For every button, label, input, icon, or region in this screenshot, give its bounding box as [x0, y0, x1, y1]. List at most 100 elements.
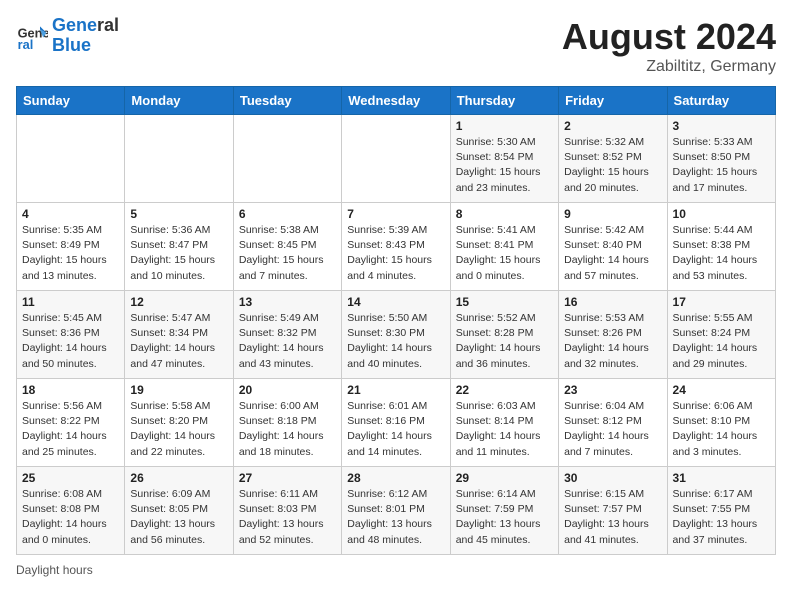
- day-cell: [125, 115, 233, 203]
- day-info: Sunrise: 5:52 AM Sunset: 8:28 PM Dayligh…: [456, 311, 553, 372]
- day-cell: 18Sunrise: 5:56 AM Sunset: 8:22 PM Dayli…: [17, 379, 125, 467]
- day-info: Sunrise: 6:08 AM Sunset: 8:08 PM Dayligh…: [22, 487, 119, 548]
- day-info: Sunrise: 5:36 AM Sunset: 8:47 PM Dayligh…: [130, 223, 227, 284]
- day-info: Sunrise: 5:49 AM Sunset: 8:32 PM Dayligh…: [239, 311, 336, 372]
- day-header-saturday: Saturday: [667, 87, 775, 115]
- week-row-3: 11 Sunrise: 5:45 AM Sunset: 8:36 PM Dayli…: [17, 291, 776, 379]
- day-number: 3: [673, 119, 770, 133]
- day-info: Sunrise: 6:14 AM Sunset: 7:59 PM Dayligh…: [456, 487, 553, 548]
- day-info: Sunrise: 5:39 AM Sunset: 8:43 PM Dayligh…: [347, 223, 444, 284]
- day-cell: 5Sunrise: 5:36 AM Sunset: 8:47 PM Daylig…: [125, 203, 233, 291]
- days-header-row: SundayMondayTuesdayWednesdayThursdayFrid…: [17, 87, 776, 115]
- month-year: August 2024: [562, 16, 776, 58]
- day-cell: 2Sunrise: 5:32 AM Sunset: 8:52 PM Daylig…: [559, 115, 667, 203]
- day-number: 23: [564, 383, 661, 397]
- day-info: Sunrise: 5:42 AM Sunset: 8:40 PM Dayligh…: [564, 223, 661, 284]
- day-info: Sunrise: 6:06 AM Sunset: 8:10 PM Dayligh…: [673, 399, 770, 460]
- day-info: Sunrise: 6:04 AM Sunset: 8:12 PM Dayligh…: [564, 399, 661, 460]
- day-info: Sunrise: 6:12 AM Sunset: 8:01 PM Dayligh…: [347, 487, 444, 548]
- day-number: 22: [456, 383, 553, 397]
- day-cell: 30 Sunrise: 6:15 AM Sunset: 7:57 PM Dayli…: [559, 467, 667, 555]
- day-cell: 10Sunrise: 5:44 AM Sunset: 8:38 PM Dayli…: [667, 203, 775, 291]
- day-cell: 6 Sunrise: 5:38 AM Sunset: 8:45 PM Daylig…: [233, 203, 341, 291]
- day-number: 10: [673, 207, 770, 221]
- day-number: 11: [22, 295, 119, 309]
- day-cell: 4 Sunrise: 5:35 AM Sunset: 8:49 PM Daylig…: [17, 203, 125, 291]
- day-info: Sunrise: 5:53 AM Sunset: 8:26 PM Dayligh…: [564, 311, 661, 372]
- day-cell: [233, 115, 341, 203]
- day-cell: 31 Sunrise: 6:17 AM Sunset: 7:55 PM Dayli…: [667, 467, 775, 555]
- day-info: Sunrise: 6:03 AM Sunset: 8:14 PM Dayligh…: [456, 399, 553, 460]
- day-cell: 15 Sunrise: 5:52 AM Sunset: 8:28 PM Dayli…: [450, 291, 558, 379]
- day-header-wednesday: Wednesday: [342, 87, 450, 115]
- day-number: 27: [239, 471, 336, 485]
- week-row-5: 25 Sunrise: 6:08 AM Sunset: 8:08 PM Dayli…: [17, 467, 776, 555]
- day-cell: 9 Sunrise: 5:42 AM Sunset: 8:40 PM Daylig…: [559, 203, 667, 291]
- day-number: 30: [564, 471, 661, 485]
- logo: Gene ral GeneralBlue: [16, 16, 119, 56]
- day-cell: 25 Sunrise: 6:08 AM Sunset: 8:08 PM Dayli…: [17, 467, 125, 555]
- day-cell: 3Sunrise: 5:33 AM Sunset: 8:50 PM Daylig…: [667, 115, 775, 203]
- day-info: Sunrise: 6:01 AM Sunset: 8:16 PM Dayligh…: [347, 399, 444, 460]
- day-info: Sunrise: 5:41 AM Sunset: 8:41 PM Dayligh…: [456, 223, 553, 284]
- day-cell: 29 Sunrise: 6:14 AM Sunset: 7:59 PM Dayli…: [450, 467, 558, 555]
- day-cell: 12 Sunrise: 5:47 AM Sunset: 8:34 PM Dayli…: [125, 291, 233, 379]
- day-info: Sunrise: 6:11 AM Sunset: 8:03 PM Dayligh…: [239, 487, 336, 548]
- day-info: Sunrise: 6:09 AM Sunset: 8:05 PM Dayligh…: [130, 487, 227, 548]
- day-cell: [17, 115, 125, 203]
- day-number: 28: [347, 471, 444, 485]
- day-cell: 19 Sunrise: 5:58 AM Sunset: 8:20 PM Dayli…: [125, 379, 233, 467]
- day-number: 31: [673, 471, 770, 485]
- day-info: Sunrise: 5:47 AM Sunset: 8:34 PM Dayligh…: [130, 311, 227, 372]
- day-info: Sunrise: 6:15 AM Sunset: 7:57 PM Dayligh…: [564, 487, 661, 548]
- day-cell: 26 Sunrise: 6:09 AM Sunset: 8:05 PM Dayli…: [125, 467, 233, 555]
- day-number: 6: [239, 207, 336, 221]
- day-number: 19: [130, 383, 227, 397]
- day-number: 29: [456, 471, 553, 485]
- day-number: 17: [673, 295, 770, 309]
- day-number: 12: [130, 295, 227, 309]
- day-info: Sunrise: 6:00 AM Sunset: 8:18 PM Dayligh…: [239, 399, 336, 460]
- day-info: Sunrise: 5:45 AM Sunset: 8:36 PM Dayligh…: [22, 311, 119, 372]
- page-header: Gene ral GeneralBlue August 2024 Zabilti…: [16, 16, 776, 76]
- day-number: 26: [130, 471, 227, 485]
- day-number: 21: [347, 383, 444, 397]
- day-info: Sunrise: 5:58 AM Sunset: 8:20 PM Dayligh…: [130, 399, 227, 460]
- day-cell: 24 Sunrise: 6:06 AM Sunset: 8:10 PM Dayli…: [667, 379, 775, 467]
- day-number: 16: [564, 295, 661, 309]
- week-row-4: 18Sunrise: 5:56 AM Sunset: 8:22 PM Dayli…: [17, 379, 776, 467]
- day-info: Sunrise: 5:35 AM Sunset: 8:49 PM Dayligh…: [22, 223, 119, 284]
- day-number: 20: [239, 383, 336, 397]
- calendar-table: SundayMondayTuesdayWednesdayThursdayFrid…: [16, 86, 776, 555]
- day-cell: 1Sunrise: 5:30 AM Sunset: 8:54 PM Daylig…: [450, 115, 558, 203]
- day-info: Sunrise: 5:56 AM Sunset: 8:22 PM Dayligh…: [22, 399, 119, 460]
- day-number: 8: [456, 207, 553, 221]
- day-info: Sunrise: 5:55 AM Sunset: 8:24 PM Dayligh…: [673, 311, 770, 372]
- day-number: 9: [564, 207, 661, 221]
- day-cell: 16 Sunrise: 5:53 AM Sunset: 8:26 PM Dayli…: [559, 291, 667, 379]
- day-cell: 8 Sunrise: 5:41 AM Sunset: 8:41 PM Daylig…: [450, 203, 558, 291]
- day-number: 24: [673, 383, 770, 397]
- day-number: 7: [347, 207, 444, 221]
- day-number: 15: [456, 295, 553, 309]
- day-number: 14: [347, 295, 444, 309]
- day-header-friday: Friday: [559, 87, 667, 115]
- week-row-2: 4 Sunrise: 5:35 AM Sunset: 8:49 PM Daylig…: [17, 203, 776, 291]
- location: Zabiltitz, Germany: [562, 58, 776, 76]
- day-header-thursday: Thursday: [450, 87, 558, 115]
- day-info: Sunrise: 5:50 AM Sunset: 8:30 PM Dayligh…: [347, 311, 444, 372]
- day-cell: 21 Sunrise: 6:01 AM Sunset: 8:16 PM Dayli…: [342, 379, 450, 467]
- day-cell: 28 Sunrise: 6:12 AM Sunset: 8:01 PM Dayli…: [342, 467, 450, 555]
- day-cell: 17 Sunrise: 5:55 AM Sunset: 8:24 PM Dayli…: [667, 291, 775, 379]
- day-info: Sunrise: 6:17 AM Sunset: 7:55 PM Dayligh…: [673, 487, 770, 548]
- footer-note: Daylight hours: [16, 563, 776, 577]
- day-info: Sunrise: 5:38 AM Sunset: 8:45 PM Dayligh…: [239, 223, 336, 284]
- week-row-1: 1Sunrise: 5:30 AM Sunset: 8:54 PM Daylig…: [17, 115, 776, 203]
- svg-text:ral: ral: [18, 37, 34, 52]
- day-number: 13: [239, 295, 336, 309]
- day-number: 25: [22, 471, 119, 485]
- day-cell: 27 Sunrise: 6:11 AM Sunset: 8:03 PM Dayli…: [233, 467, 341, 555]
- day-cell: [342, 115, 450, 203]
- logo-icon: Gene ral: [16, 20, 48, 52]
- day-number: 4: [22, 207, 119, 221]
